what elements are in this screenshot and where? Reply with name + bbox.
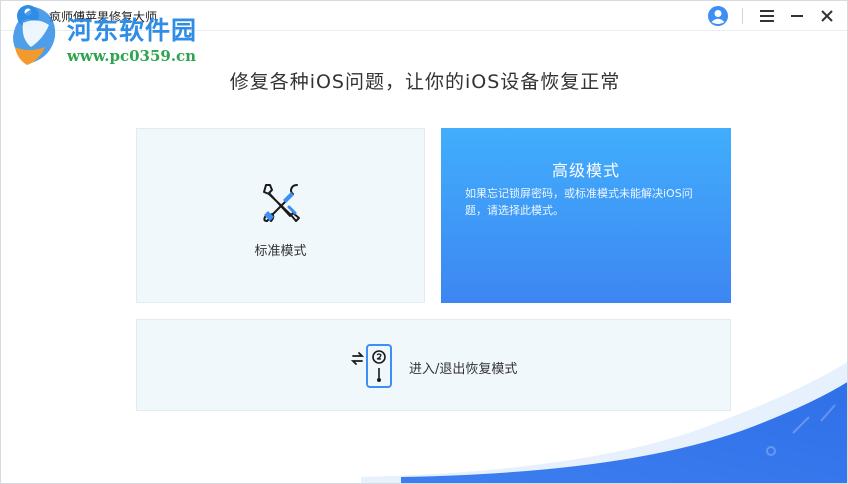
app-window: 疯师傅苹果修复大师 河东软件园 www.pc0359.cn 修复各种iOS问题，… bbox=[0, 0, 848, 484]
watermark-logo-icon bbox=[13, 7, 56, 65]
phone-exchange-icon bbox=[351, 344, 392, 388]
watermark-site-name: 河东软件园 bbox=[67, 16, 198, 45]
advanced-mode-card[interactable]: 高级模式 如果忘记锁屏密码，或标准模式未能解决iOS问题，请选择此模式。 bbox=[441, 128, 731, 303]
minimize-button[interactable] bbox=[785, 4, 809, 28]
standard-mode-label: 标准模式 bbox=[254, 244, 307, 259]
menu-icon bbox=[760, 10, 774, 22]
minimize-icon bbox=[791, 15, 803, 17]
watermark-site-url: www.pc0359.cn bbox=[67, 47, 197, 65]
standard-mode-card[interactable]: 标准模式 bbox=[136, 128, 425, 303]
menu-button[interactable] bbox=[755, 4, 779, 28]
advanced-mode-description: 如果忘记锁屏密码，或标准模式未能解决iOS问题，请选择此模式。 bbox=[465, 187, 693, 217]
user-button[interactable] bbox=[706, 4, 730, 28]
recovery-mode-label: 进入/退出恢复模式 bbox=[409, 362, 518, 377]
controls-divider bbox=[742, 8, 743, 24]
close-icon bbox=[821, 10, 833, 22]
wrench-screwdriver-icon bbox=[263, 184, 300, 222]
page-heading: 修复各种iOS问题，让你的iOS设备恢复正常 bbox=[229, 71, 621, 93]
close-button[interactable] bbox=[815, 4, 839, 28]
user-icon bbox=[708, 6, 728, 26]
recovery-mode-card[interactable]: 进入/退出恢复模式 bbox=[136, 319, 731, 411]
watermark: 河东软件园 www.pc0359.cn bbox=[5, 1, 215, 71]
advanced-mode-title: 高级模式 bbox=[551, 161, 620, 180]
window-controls bbox=[700, 4, 839, 28]
